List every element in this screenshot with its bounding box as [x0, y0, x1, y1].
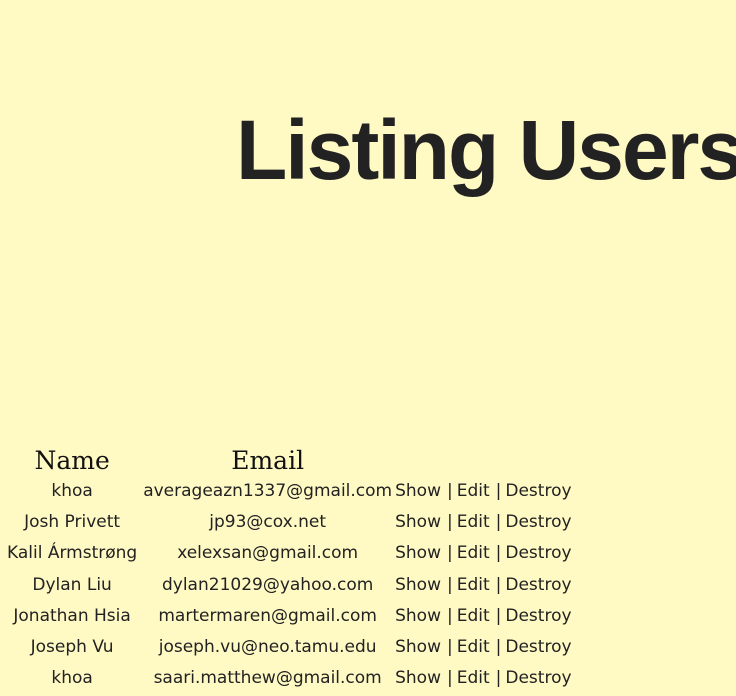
row-actions: Show | Edit | Destroy: [395, 663, 574, 694]
user-name: Joseph Vu: [30, 637, 114, 658]
show-link[interactable]: Show: [395, 481, 441, 501]
table-row: Dylan Liu dylan21029@yahoo.com Show | Edit | D…: [4, 569, 575, 600]
action-separator: |: [446, 668, 453, 689]
name-column-header: Name: [34, 446, 110, 475]
row-actions: Show | Edit | Destroy: [395, 631, 574, 662]
destroy-link[interactable]: Destroy: [505, 481, 571, 501]
show-link[interactable]: Show: [395, 606, 441, 626]
users-table: Name Email khoa averageazn1337@gmail.com S…: [4, 443, 575, 694]
show-link[interactable]: Show: [395, 668, 441, 688]
show-link[interactable]: Show: [395, 512, 441, 532]
destroy-link[interactable]: Destroy: [505, 543, 571, 563]
table-row: Jonathan Hsia martermaren@gmail.com Show | E…: [4, 600, 575, 631]
destroy-link[interactable]: Destroy: [505, 512, 571, 532]
user-email: joseph.vu@neo.tamu.edu: [158, 637, 377, 658]
table-row: Kalil Ármstrøng xelexsan@gmail.com Show | Ed…: [4, 538, 575, 569]
user-email: jp93@cox.net: [209, 511, 327, 532]
user-email: xelexsan@gmail.com: [177, 543, 359, 564]
edit-link[interactable]: Edit: [457, 543, 490, 563]
action-separator: |: [495, 543, 502, 564]
show-link[interactable]: Show: [395, 637, 441, 657]
user-email: saari.matthew@gmail.com: [153, 668, 382, 689]
action-separator: |: [495, 574, 502, 595]
user-email: dylan21029@yahoo.com: [161, 574, 374, 595]
destroy-link[interactable]: Destroy: [505, 575, 571, 595]
user-name: khoa: [51, 480, 93, 501]
user-email: martermaren@gmail.com: [158, 605, 377, 626]
action-separator: |: [495, 511, 502, 532]
action-separator: |: [446, 637, 453, 658]
edit-link[interactable]: Edit: [457, 481, 490, 501]
destroy-link[interactable]: Destroy: [505, 606, 571, 626]
user-name: khoa: [51, 668, 93, 689]
page-title: Listing Users: [236, 103, 736, 197]
row-actions: Show | Edit | Destroy: [395, 538, 574, 569]
users-table-body: khoa averageazn1337@gmail.com Show | Edit | De…: [4, 475, 575, 694]
user-name: Dylan Liu: [32, 574, 112, 595]
edit-link[interactable]: Edit: [457, 606, 490, 626]
table-row: khoa averageazn1337@gmail.com Show | Edit | De…: [4, 475, 575, 506]
user-name: Josh Privett: [24, 511, 121, 532]
action-separator: |: [446, 543, 453, 564]
destroy-link[interactable]: Destroy: [505, 668, 571, 688]
row-actions: Show | Edit | Destroy: [395, 506, 574, 537]
edit-link[interactable]: Edit: [457, 637, 490, 657]
table-row: Joseph Vu joseph.vu@neo.tamu.edu Show | Edit…: [4, 631, 575, 662]
action-separator: |: [446, 511, 453, 532]
action-separator: |: [495, 637, 502, 658]
edit-link[interactable]: Edit: [457, 512, 490, 532]
row-actions: Show | Edit | Destroy: [395, 600, 574, 631]
table-row: khoa saari.matthew@gmail.com Show | Edit | Des…: [4, 663, 575, 694]
edit-link[interactable]: Edit: [457, 668, 490, 688]
actions-column-header: [395, 443, 574, 475]
destroy-link[interactable]: Destroy: [505, 637, 571, 657]
show-link[interactable]: Show: [395, 575, 441, 595]
user-name: Jonathan Hsia: [13, 605, 131, 626]
edit-link[interactable]: Edit: [457, 575, 490, 595]
table-header-row: Name Email: [4, 443, 575, 475]
action-separator: |: [495, 668, 502, 689]
action-separator: |: [446, 480, 453, 501]
action-separator: |: [446, 605, 453, 626]
action-separator: |: [495, 605, 502, 626]
show-link[interactable]: Show: [395, 543, 441, 563]
user-name: Kalil Ármstrøng: [7, 543, 138, 564]
table-row: Josh Privett jp93@cox.net Show | Edit | Destro…: [4, 506, 575, 537]
action-separator: |: [495, 480, 502, 501]
user-email: averageazn1337@gmail.com: [143, 480, 393, 501]
row-actions: Show | Edit | Destroy: [395, 569, 574, 600]
email-column-header: Email: [231, 446, 305, 475]
action-separator: |: [446, 574, 453, 595]
row-actions: Show | Edit | Destroy: [395, 475, 574, 506]
